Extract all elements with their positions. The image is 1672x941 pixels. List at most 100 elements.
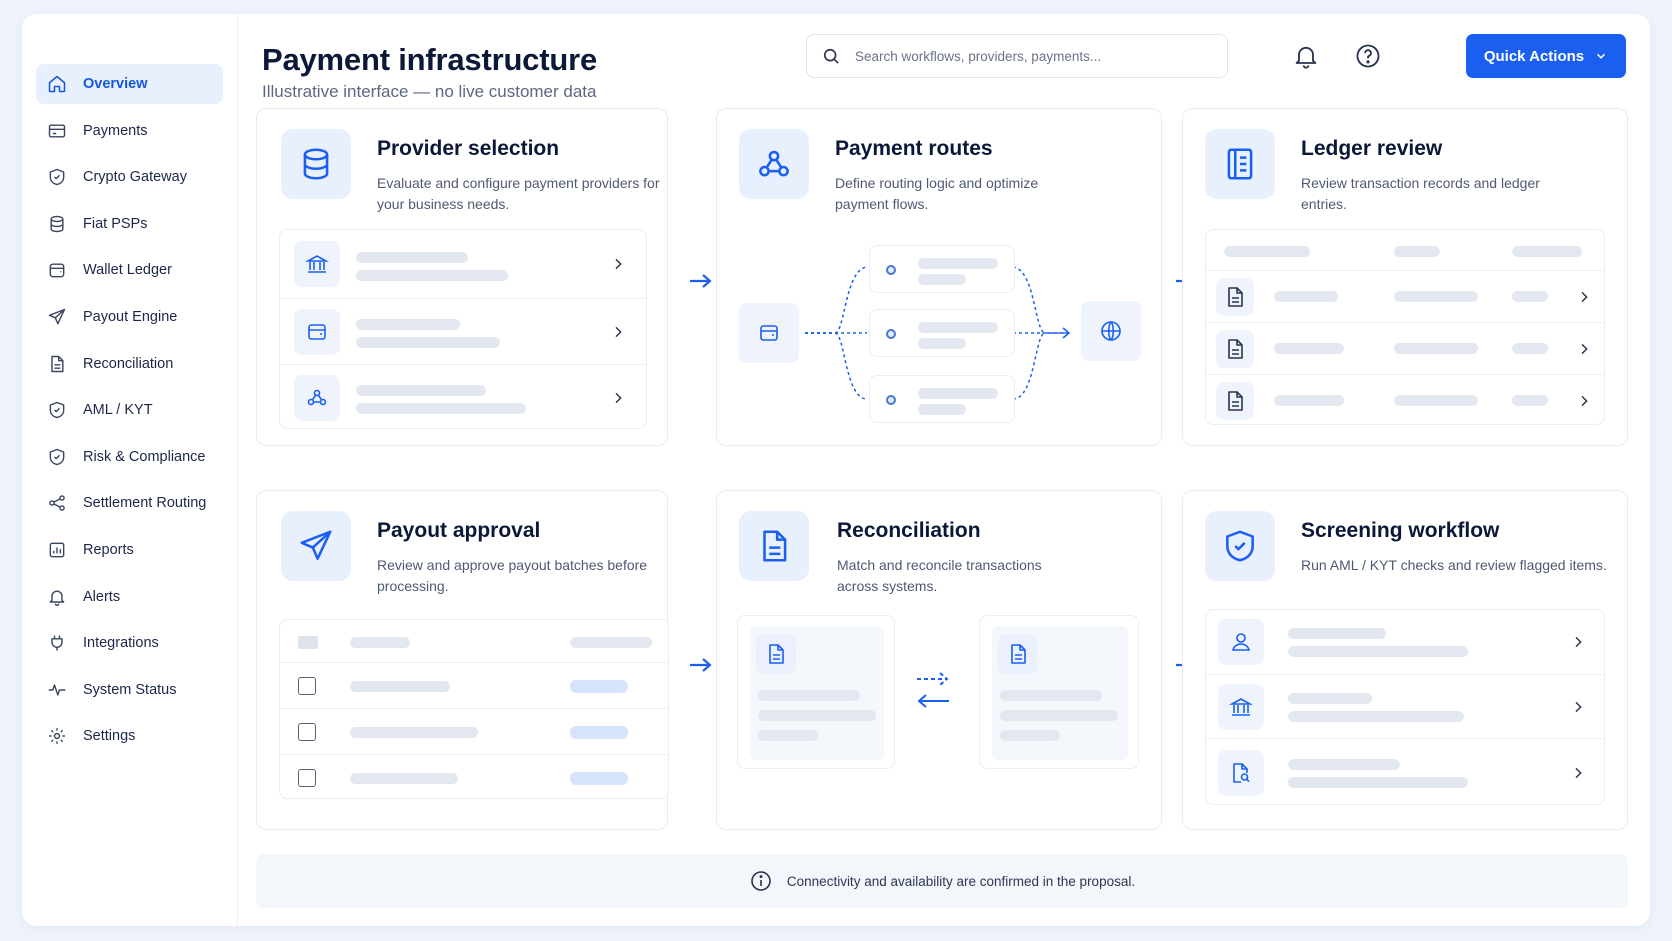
document-icon bbox=[47, 354, 67, 374]
table-header bbox=[280, 620, 668, 662]
card-description: Review transaction records and ledger en… bbox=[1301, 175, 1540, 212]
page-title: Payment infrastructure bbox=[262, 42, 597, 77]
list-item[interactable] bbox=[1206, 674, 1604, 738]
source-record[interactable] bbox=[737, 615, 895, 769]
ledger-table bbox=[1205, 229, 1605, 425]
sidebar-item-label: Settings bbox=[83, 728, 136, 745]
list-item[interactable] bbox=[1206, 610, 1604, 674]
table-row[interactable] bbox=[280, 662, 668, 708]
sidebar-item-alerts[interactable]: Alerts bbox=[36, 577, 223, 617]
chevron-right-icon[interactable] bbox=[1576, 341, 1592, 357]
card-title: Provider selection bbox=[377, 137, 560, 160]
sidebar-item-settings[interactable]: Settings bbox=[36, 716, 223, 756]
sidebar-item-reports[interactable]: Reports bbox=[36, 530, 223, 570]
chevron-right-icon[interactable] bbox=[1576, 289, 1592, 305]
document-icon bbox=[998, 634, 1038, 674]
quick-actions-button[interactable]: Quick Actions bbox=[1466, 34, 1626, 78]
table-header bbox=[1206, 230, 1604, 270]
search-box[interactable] bbox=[806, 34, 1228, 78]
chevron-right-icon[interactable] bbox=[1570, 634, 1586, 650]
database-icon bbox=[281, 129, 351, 199]
gear-icon bbox=[47, 726, 67, 746]
route-node[interactable] bbox=[869, 375, 1015, 423]
card-icon bbox=[294, 309, 340, 355]
list-item[interactable] bbox=[280, 230, 646, 298]
document-icon bbox=[756, 634, 796, 674]
bell-icon bbox=[47, 587, 67, 607]
sidebar-item-label: Alerts bbox=[83, 588, 121, 605]
sidebar-item-crypto-gateway[interactable]: Crypto Gateway bbox=[36, 157, 223, 197]
send-icon bbox=[47, 307, 67, 327]
chevron-right-icon[interactable] bbox=[1570, 699, 1586, 715]
table-row[interactable] bbox=[1206, 270, 1604, 322]
sidebar: Overview Payments Crypto Gateway Fiat PS… bbox=[22, 14, 238, 926]
sidebar-item-settlement-routing[interactable]: Settlement Routing bbox=[36, 483, 223, 523]
sidebar-item-label: AML / KYT bbox=[83, 402, 153, 419]
page-subtitle: Illustrative interface — no live custome… bbox=[262, 82, 597, 101]
table-row[interactable] bbox=[1206, 374, 1604, 426]
row-checkbox[interactable] bbox=[298, 677, 316, 695]
shield-icon bbox=[47, 167, 67, 187]
sidebar-item-wallet-ledger[interactable]: Wallet Ledger bbox=[36, 250, 223, 290]
database-icon bbox=[47, 214, 67, 234]
sidebar-item-label: Wallet Ledger bbox=[83, 262, 172, 279]
screening-list bbox=[1205, 609, 1605, 805]
card-payout-approval: Payout approval Review and approve payou… bbox=[256, 490, 669, 830]
notifications-button[interactable] bbox=[1292, 42, 1320, 70]
table-row[interactable] bbox=[280, 754, 668, 800]
info-icon bbox=[751, 871, 771, 891]
bank-icon bbox=[294, 241, 340, 287]
sidebar-item-label: Integrations bbox=[83, 635, 159, 652]
list-item[interactable] bbox=[280, 298, 646, 364]
search-input[interactable] bbox=[855, 48, 1215, 64]
sidebar-item-label: Payout Engine bbox=[83, 308, 178, 325]
row-checkbox[interactable] bbox=[298, 769, 316, 787]
flow-arrow-right-icon bbox=[688, 656, 714, 674]
table-row[interactable] bbox=[280, 708, 668, 754]
quick-actions-label: Quick Actions bbox=[1483, 47, 1585, 65]
sidebar-item-label: Overview bbox=[83, 76, 148, 92]
sidebar-item-reconciliation[interactable]: Reconciliation bbox=[36, 344, 223, 384]
table-row[interactable] bbox=[1206, 322, 1604, 374]
list-item[interactable] bbox=[1206, 738, 1604, 806]
sidebar-item-overview[interactable]: Overview bbox=[36, 64, 223, 104]
wallet-icon bbox=[739, 303, 799, 363]
sidebar-item-aml-kyt[interactable]: AML / KYT bbox=[36, 390, 223, 430]
bank-icon bbox=[1218, 684, 1264, 730]
chevron-down-icon bbox=[1597, 53, 1606, 59]
help-button[interactable] bbox=[1354, 42, 1382, 70]
plug-icon bbox=[47, 633, 67, 653]
target-record[interactable] bbox=[979, 615, 1139, 769]
chevron-right-icon[interactable] bbox=[610, 256, 626, 272]
row-checkbox[interactable] bbox=[298, 723, 316, 741]
sidebar-item-risk-compliance[interactable]: Risk & Compliance bbox=[36, 437, 223, 477]
sidebar-item-payments[interactable]: Payments bbox=[36, 111, 223, 151]
chevron-right-icon[interactable] bbox=[610, 390, 626, 406]
payout-table bbox=[279, 619, 669, 799]
sidebar-item-integrations[interactable]: Integrations bbox=[36, 623, 223, 663]
card-reconciliation: Reconciliation Match and reconcile trans… bbox=[716, 490, 1162, 830]
chevron-right-icon[interactable] bbox=[1570, 765, 1586, 781]
card-screening-workflow: Screening workflow Run AML / KYT checks … bbox=[1182, 490, 1628, 830]
route-node[interactable] bbox=[869, 309, 1015, 357]
sidebar-item-system-status[interactable]: System Status bbox=[36, 670, 223, 710]
report-icon bbox=[47, 540, 67, 560]
shield-icon bbox=[47, 400, 67, 420]
chevron-right-icon[interactable] bbox=[1576, 393, 1592, 409]
sidebar-item-fiat-psps[interactable]: Fiat PSPs bbox=[36, 204, 223, 244]
info-banner-text: Connectivity and availability are confir… bbox=[786, 873, 1136, 889]
card-title: Reconciliation bbox=[837, 519, 981, 542]
card-ledger-review: Ledger review Review transaction records… bbox=[1182, 108, 1628, 446]
list-item[interactable] bbox=[280, 364, 646, 430]
card-description: Match and reconcile transactions across … bbox=[837, 557, 1042, 594]
document-icon bbox=[1216, 330, 1254, 368]
document-icon bbox=[1216, 382, 1254, 420]
card-description: Evaluate and configure payment providers… bbox=[377, 175, 660, 212]
share-icon bbox=[47, 493, 67, 513]
home-icon bbox=[47, 74, 67, 94]
route-node[interactable] bbox=[869, 245, 1015, 293]
chevron-right-icon[interactable] bbox=[610, 324, 626, 340]
pulse-icon bbox=[47, 680, 67, 700]
sidebar-item-payout-engine[interactable]: Payout Engine bbox=[36, 297, 223, 337]
card-description: Run AML / KYT checks and review flagged … bbox=[1301, 557, 1607, 573]
